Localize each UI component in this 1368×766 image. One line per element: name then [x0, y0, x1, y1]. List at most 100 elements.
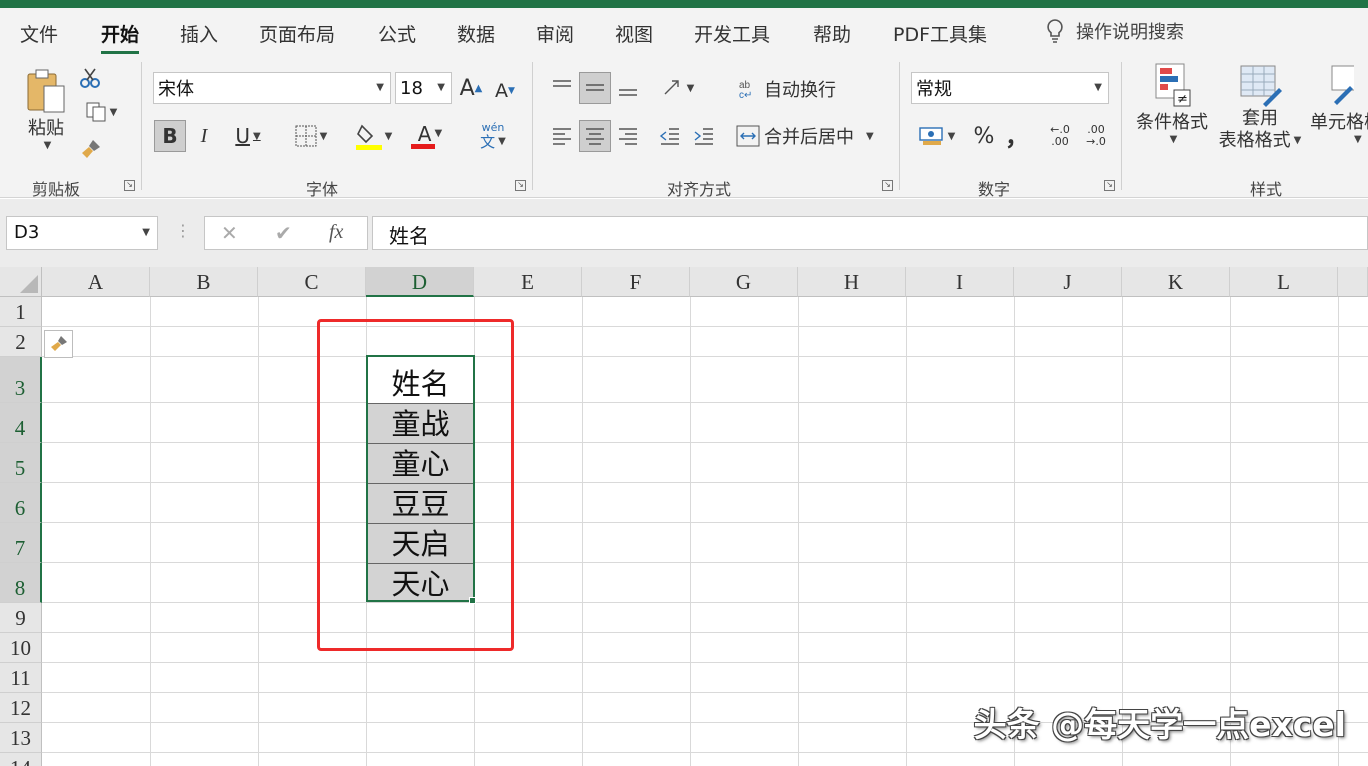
name-box[interactable]: D3 ▼ [6, 216, 158, 250]
cancel-icon[interactable]: ✕ [221, 221, 238, 245]
bold-button[interactable]: B [154, 120, 186, 152]
align-bottom-button[interactable] [614, 72, 642, 104]
grow-font-button[interactable]: A ▲ [458, 72, 484, 104]
watermark: 头条 @每天学一点excel [973, 705, 1346, 744]
column-header-e[interactable]: E [474, 267, 582, 297]
cell-styles-button[interactable]: 单元格样 ▼ [1308, 62, 1368, 162]
row-header-14[interactable]: 14 [0, 753, 42, 766]
phonetic-button[interactable]: wén 文 ▼ [470, 118, 516, 154]
gridline [906, 297, 907, 766]
row-header-9[interactable]: 9 [0, 603, 42, 633]
align-right-button[interactable] [614, 120, 642, 152]
italic-button[interactable]: I [192, 120, 216, 152]
gridline [798, 297, 799, 766]
row-header-13[interactable]: 13 [0, 723, 42, 753]
column-header-h[interactable]: H [798, 267, 906, 297]
row-header-7[interactable]: 7 [0, 523, 42, 563]
dialog-launcher-icon[interactable]: ↘ [1104, 180, 1115, 191]
row-header-5[interactable]: 5 [0, 443, 42, 483]
align-top-button[interactable] [548, 72, 576, 104]
borders-button[interactable]: ▼ [286, 120, 336, 152]
tab-pdf-tools[interactable]: PDF工具集 [893, 20, 987, 47]
dialog-launcher-icon[interactable]: ↘ [124, 180, 135, 191]
tab-developer[interactable]: 开发工具 [694, 20, 770, 47]
worksheet-grid[interactable]: A B C D E F G H I J K L 1 2 3 4 5 6 7 8 … [0, 267, 1368, 766]
column-header-d[interactable]: D [366, 267, 474, 297]
format-painter-button[interactable] [78, 136, 104, 162]
column-header-c[interactable]: C [258, 267, 366, 297]
column-header-i[interactable]: I [906, 267, 1014, 297]
tab-page-layout[interactable]: 页面布局 [259, 20, 335, 47]
tab-review[interactable]: 审阅 [536, 20, 574, 47]
underline-button[interactable]: U ▼ [224, 120, 272, 152]
tab-insert[interactable]: 插入 [180, 20, 218, 47]
row-header-11[interactable]: 11 [0, 663, 42, 693]
conditional-formatting-button[interactable]: ≠ 条件格式 ▼ [1132, 62, 1212, 162]
currency-icon [918, 127, 943, 145]
tab-help[interactable]: 帮助 [813, 20, 851, 47]
font-size-select[interactable]: 18 ▼ [395, 72, 452, 104]
row-header-1[interactable]: 1 [0, 297, 42, 327]
increase-decimal-button[interactable]: ←.0.00 [1044, 120, 1076, 152]
column-header-j[interactable]: J [1014, 267, 1122, 297]
dialog-launcher-icon[interactable]: ↘ [882, 180, 893, 191]
accounting-format-button[interactable]: ▼ [912, 120, 962, 152]
chevron-down-icon: ▼ [1293, 135, 1302, 146]
row-header-6[interactable]: 6 [0, 483, 42, 523]
paste-button[interactable]: 粘贴 ▼ [22, 64, 70, 154]
percent-style-button[interactable]: % [970, 120, 998, 152]
align-left-button[interactable] [548, 120, 576, 152]
row-header-10[interactable]: 10 [0, 633, 42, 663]
column-header-k[interactable]: K [1122, 267, 1230, 297]
fill-color-button[interactable]: ▼ [350, 120, 398, 152]
tab-formulas[interactable]: 公式 [378, 20, 416, 47]
paste-options-button[interactable] [44, 330, 73, 358]
tab-view[interactable]: 视图 [615, 20, 653, 47]
shrink-font-button[interactable]: A ▼ [492, 76, 518, 106]
gridline [42, 562, 1368, 563]
wrap-text-button[interactable]: ab c↵ 自动换行 [738, 74, 838, 104]
row-header-2[interactable]: 2 [0, 327, 42, 357]
column-header-a[interactable]: A [42, 267, 150, 297]
formula-input[interactable]: 姓名 [372, 216, 1368, 250]
font-name-value: 宋体 [158, 79, 194, 100]
row-header-3[interactable]: 3 [0, 357, 42, 403]
decrease-decimal-button[interactable]: .00 →.0 [1080, 120, 1112, 152]
gridline [42, 662, 1368, 663]
row-header-12[interactable]: 12 [0, 693, 42, 723]
insert-function-icon[interactable]: fx [329, 221, 343, 244]
chevron-down-icon: ▼ [498, 135, 506, 147]
check-icon[interactable]: ✔ [275, 221, 292, 245]
orientation-button[interactable]: ▼ [656, 72, 700, 104]
column-header-b[interactable]: B [150, 267, 258, 297]
font-color-button[interactable]: A ▼ [406, 120, 454, 152]
format-as-table-button[interactable]: 套用 表格格式 ▼ [1212, 62, 1308, 162]
tab-home[interactable]: 开始 [101, 20, 140, 54]
tell-me-label: 操作说明搜索 [1076, 22, 1184, 43]
dialog-launcher-icon[interactable]: ↘ [515, 180, 526, 191]
gridline [1338, 297, 1339, 766]
vertical-dots-icon[interactable]: ⋮ [175, 221, 191, 240]
row-header-4[interactable]: 4 [0, 403, 42, 443]
font-name-select[interactable]: 宋体 ▼ [153, 72, 391, 104]
format-as-table-label-1: 套用 [1242, 108, 1278, 129]
tab-file[interactable]: 文件 [20, 20, 58, 47]
tell-me-search[interactable]: 操作说明搜索 [1046, 18, 1184, 44]
cut-button[interactable] [78, 66, 102, 90]
align-middle-button[interactable] [579, 72, 611, 104]
decrease-indent-button[interactable] [656, 120, 684, 152]
comma-style-button[interactable]: ， [1004, 118, 1030, 151]
column-header-m[interactable] [1338, 267, 1368, 297]
row-header-8[interactable]: 8 [0, 563, 42, 603]
tab-data[interactable]: 数据 [457, 20, 495, 47]
select-all-button[interactable] [0, 267, 42, 297]
merge-center-button[interactable]: 合并后居中 ▼ [736, 120, 886, 152]
align-center-button[interactable] [579, 120, 611, 152]
column-header-f[interactable]: F [582, 267, 690, 297]
column-header-l[interactable]: L [1230, 267, 1338, 297]
gridline [42, 752, 1368, 753]
column-header-g[interactable]: G [690, 267, 798, 297]
number-format-select[interactable]: 常规 ▼ [911, 72, 1109, 104]
copy-button[interactable]: ▼ [78, 100, 124, 124]
increase-indent-button[interactable] [690, 120, 718, 152]
